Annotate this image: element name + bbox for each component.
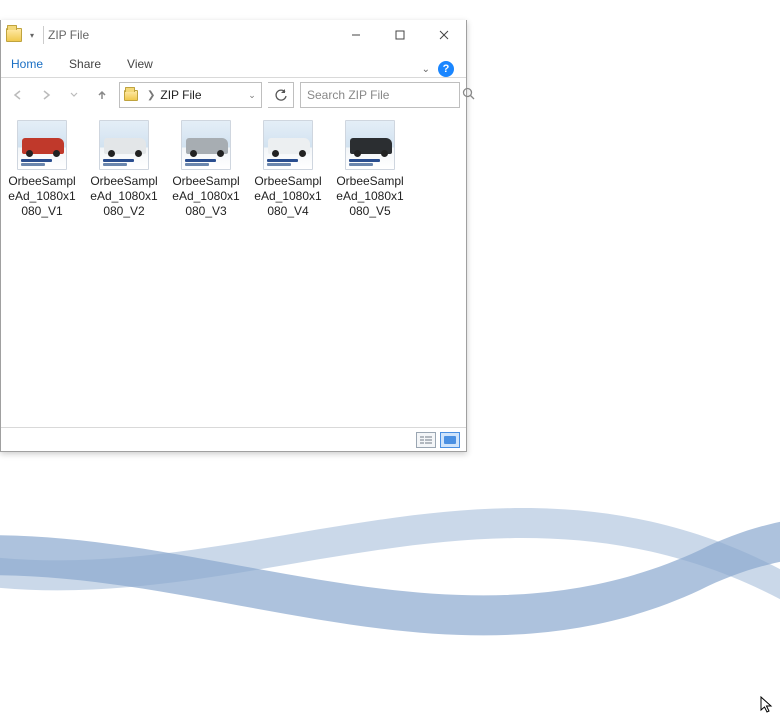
- file-name-label: OrbeeSampleAd_1080x1080_V2: [87, 174, 161, 219]
- thumbnails-view-button[interactable]: [440, 432, 460, 448]
- address-bar[interactable]: ❯ ZIP File ⌄: [119, 82, 262, 108]
- desktop-wave-2: [0, 420, 780, 680]
- file-name-label: OrbeeSampleAd_1080x1080_V4: [251, 174, 325, 219]
- file-thumbnail: [263, 120, 313, 170]
- file-grid[interactable]: OrbeeSampleAd_1080x1080_V1OrbeeSampleAd_…: [1, 112, 466, 427]
- file-thumbnail: [345, 120, 395, 170]
- minimize-button[interactable]: [334, 20, 378, 50]
- titlebar-separator: [43, 26, 44, 44]
- search-icon[interactable]: [462, 87, 475, 103]
- refresh-button[interactable]: [268, 82, 294, 108]
- file-item[interactable]: OrbeeSampleAd_1080x1080_V4: [251, 120, 325, 219]
- file-name-label: OrbeeSampleAd_1080x1080_V1: [5, 174, 79, 219]
- ribbon-tabs: Home Share View ⌄ ?: [1, 50, 466, 78]
- file-thumbnail: [181, 120, 231, 170]
- file-item[interactable]: OrbeeSampleAd_1080x1080_V5: [333, 120, 407, 219]
- search-input[interactable]: [307, 88, 462, 102]
- details-view-button[interactable]: [416, 432, 436, 448]
- qat-dropdown-icon[interactable]: ▾: [25, 31, 39, 40]
- search-box[interactable]: [300, 82, 460, 108]
- window-title: ZIP File: [48, 28, 89, 42]
- file-name-label: OrbeeSampleAd_1080x1080_V3: [169, 174, 243, 219]
- status-bar: [1, 427, 466, 451]
- tab-share[interactable]: Share: [65, 53, 105, 77]
- address-dropdown-icon[interactable]: ⌄: [243, 90, 261, 101]
- maximize-button[interactable]: [378, 20, 422, 50]
- breadcrumb-current[interactable]: ZIP File: [160, 88, 201, 102]
- up-button[interactable]: [91, 84, 113, 106]
- explorer-window: ▾ ZIP File Home Share View ⌄ ?: [0, 20, 467, 452]
- nav-row: ❯ ZIP File ⌄: [1, 78, 466, 112]
- address-folder-icon: [120, 90, 142, 101]
- ribbon-collapse-icon[interactable]: ⌄: [422, 64, 430, 75]
- file-thumbnail: [17, 120, 67, 170]
- help-icon[interactable]: ?: [438, 61, 454, 77]
- back-button[interactable]: [7, 84, 29, 106]
- tab-home[interactable]: Home: [7, 53, 47, 77]
- close-button[interactable]: [422, 20, 466, 50]
- breadcrumb-chevron-icon[interactable]: ❯: [142, 90, 160, 101]
- recent-dropdown-icon[interactable]: [63, 84, 85, 106]
- tab-view[interactable]: View: [123, 53, 157, 77]
- file-item[interactable]: OrbeeSampleAd_1080x1080_V1: [5, 120, 79, 219]
- titlebar[interactable]: ▾ ZIP File: [1, 20, 466, 50]
- file-thumbnail: [99, 120, 149, 170]
- mouse-cursor-icon: [760, 696, 774, 714]
- file-name-label: OrbeeSampleAd_1080x1080_V5: [333, 174, 407, 219]
- folder-icon: [3, 24, 25, 46]
- file-item[interactable]: OrbeeSampleAd_1080x1080_V3: [169, 120, 243, 219]
- forward-button[interactable]: [35, 84, 57, 106]
- file-item[interactable]: OrbeeSampleAd_1080x1080_V2: [87, 120, 161, 219]
